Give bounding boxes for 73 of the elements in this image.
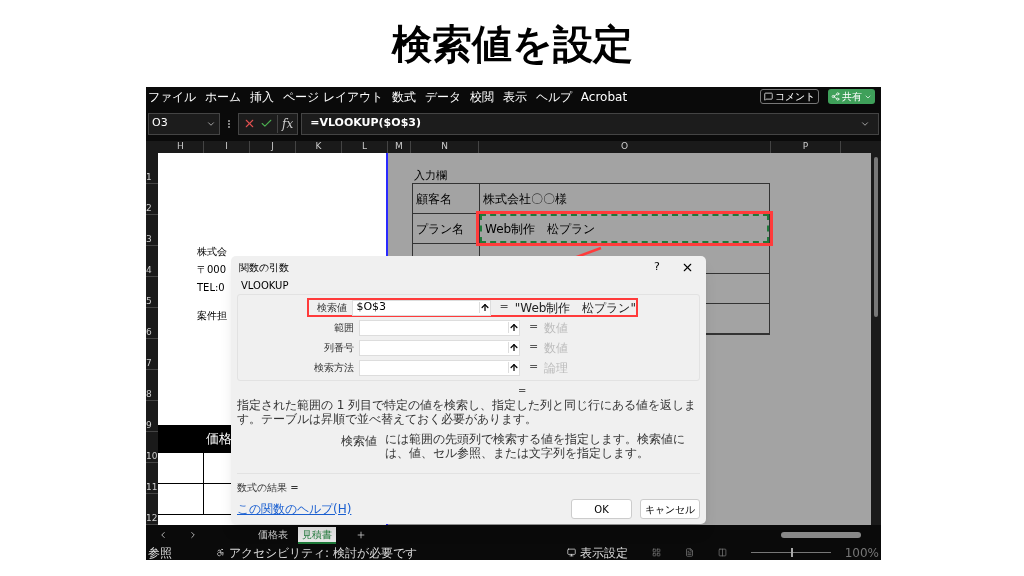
ok-button[interactable]: OK [571, 499, 632, 519]
table-cell: 顧客名 [413, 184, 480, 213]
function-name: VLOOKUP [241, 280, 290, 292]
page-text: TEL:0 [197, 282, 225, 294]
page-break-icon[interactable] [717, 548, 727, 557]
name-box[interactable]: O3 [148, 112, 220, 135]
horizontal-scrollbar[interactable] [781, 532, 861, 538]
collapse-icon[interactable] [508, 362, 519, 373]
table-cell[interactable]: 株式会社〇〇様 [480, 184, 769, 213]
page-title: 検索値を設定 [391, 19, 633, 69]
more-icon[interactable] [227, 118, 231, 129]
collapse-icon[interactable] [508, 342, 519, 353]
normal-view-icon[interactable] [651, 548, 661, 557]
input-heading: 入力欄 [414, 169, 448, 183]
share-icon [831, 92, 840, 101]
zoom-level[interactable]: 100% [844, 545, 879, 560]
table-cell: プラン名 [413, 214, 480, 243]
enter-icon[interactable] [260, 117, 273, 130]
function-description: 指定された範囲の 1 列目で特定の値を検索し、指定した列と同じ行にある値を返します。テーブルは昇順で並べ替えておく必要があります。 [237, 398, 698, 426]
cancel-icon[interactable] [243, 117, 256, 130]
price-header: 価格 [206, 430, 232, 449]
equals-sign: = [499, 299, 509, 316]
argument-help: には範囲の先頭列で検索する値を指定します。検索値には、値、セル参照、または文字列を指定します。 [385, 432, 686, 460]
formula-field[interactable]: =VLOOKUP($O$3) [301, 112, 879, 135]
menu-item[interactable]: データ [424, 87, 461, 106]
menu-item[interactable]: ヘルプ [535, 87, 572, 106]
formula-result: 数式の結果 = [237, 481, 300, 495]
menu-item[interactable]: ファイル [148, 87, 196, 106]
menu-item[interactable]: ホーム [205, 87, 241, 106]
argument-label: 検索方法 [313, 361, 355, 375]
help-button[interactable]: ? [647, 258, 667, 276]
argument-label: 範囲 [333, 321, 355, 335]
comment-icon [764, 92, 773, 101]
argument-field[interactable] [359, 319, 520, 336]
page-layout-icon[interactable] [684, 548, 694, 557]
sheet-tab[interactable]: 価格表 [254, 526, 292, 544]
add-sheet-icon[interactable] [356, 530, 366, 540]
argument-field[interactable] [359, 359, 520, 376]
next-sheet-icon[interactable] [188, 530, 198, 540]
equals-sign: = [529, 359, 539, 376]
page-text: 株式会 [197, 246, 227, 258]
sheet-tab[interactable]: 見積書 [298, 526, 336, 544]
previous-sheet-icon[interactable] [158, 530, 168, 540]
argument-label: 列番号 [323, 341, 355, 355]
display-settings[interactable]: 表示設定 [579, 545, 628, 560]
equals-sign: = [529, 319, 539, 336]
menu-item[interactable]: 数式 [391, 87, 416, 106]
equals-sign: = [529, 339, 539, 356]
cancel-button[interactable]: キャンセル [640, 499, 700, 519]
scrollbar[interactable] [874, 157, 878, 317]
menu-item[interactable]: ページ レイアウト [283, 87, 383, 106]
accessibility-icon[interactable] [216, 548, 225, 557]
help-link[interactable]: この関数のヘルプ(H) [237, 500, 352, 518]
comment-button[interactable]: コメント [760, 89, 819, 104]
page-text: 〒000 [197, 264, 227, 276]
argument-name: 検索値 [341, 433, 377, 450]
monitor-icon[interactable] [566, 548, 576, 557]
argument-label: 検索値 [316, 301, 349, 315]
argument-field[interactable]: $O$3 [352, 299, 491, 316]
collapse-icon[interactable] [508, 322, 519, 333]
accessibility-status[interactable]: アクセシビリティ: 検討が必要です [229, 545, 417, 560]
zoom-slider-thumb[interactable] [790, 548, 793, 557]
menu-item[interactable]: Acrobat [580, 87, 628, 106]
menu-item[interactable]: 校閲 [469, 87, 494, 106]
equals-sign: = [518, 385, 528, 397]
status-mode: 参照 [148, 545, 172, 560]
dialog-title: 関数の引数 [239, 260, 289, 275]
collapse-icon[interactable] [478, 302, 490, 313]
menu-item[interactable]: 挿入 [250, 87, 274, 106]
page-text: 案件担 [197, 310, 227, 322]
menu-item[interactable]: 表示 [502, 87, 527, 106]
argument-field[interactable] [359, 339, 520, 356]
argument-result: "Web制作 松プラン" [514, 299, 636, 317]
